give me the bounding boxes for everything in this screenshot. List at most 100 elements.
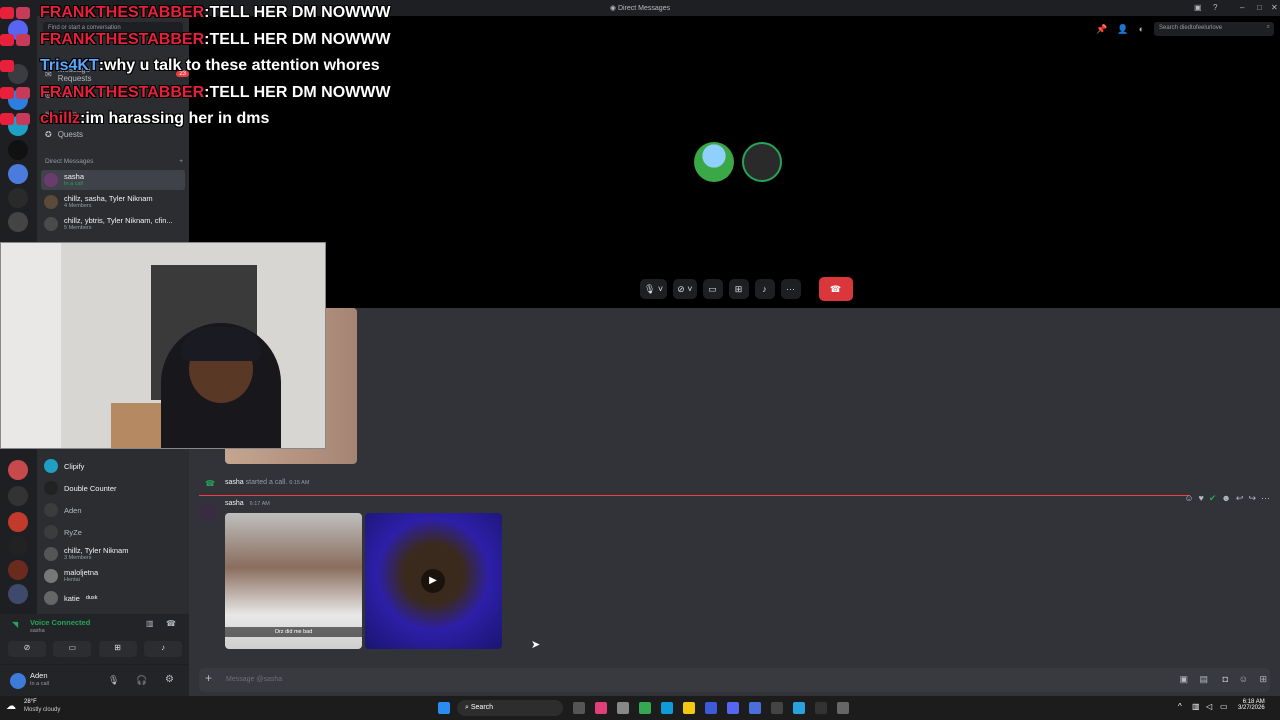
- server-icon[interactable]: [8, 90, 28, 110]
- heart-reaction-icon[interactable]: ♥: [1199, 493, 1204, 504]
- add-friends-icon[interactable]: 👤: [1117, 24, 1128, 35]
- apps-icon[interactable]: ⊞: [1259, 674, 1267, 685]
- message-video[interactable]: ▶: [365, 513, 502, 649]
- message-author[interactable]: sasha: [225, 500, 244, 507]
- dm-item-clipify[interactable]: Clipify: [41, 456, 185, 476]
- play-icon[interactable]: ▶: [421, 569, 445, 593]
- nav-nitro[interactable]: ◎ Nitro: [45, 86, 75, 102]
- camera-off-button[interactable]: ⊘: [8, 641, 46, 657]
- avatar[interactable]: [199, 503, 217, 521]
- dm-item-katie[interactable]: katie dusk: [41, 588, 185, 608]
- user-profile-icon[interactable]: ◐: [1139, 24, 1144, 34]
- close-button[interactable]: ✕: [1271, 3, 1278, 12]
- camera-toggle-button[interactable]: ⊘ ˅: [673, 279, 697, 299]
- volume-icon[interactable]: ◁: [1206, 702, 1212, 711]
- check-reaction-icon[interactable]: ✔: [1209, 493, 1217, 504]
- settings-gear-icon[interactable]: ⚙: [165, 674, 174, 685]
- edge-icon[interactable]: [661, 702, 673, 714]
- pin-icon[interactable]: 📌: [1096, 24, 1107, 35]
- signal-icon[interactable]: ◥: [12, 620, 18, 629]
- more-icon[interactable]: ⋯: [1261, 493, 1270, 504]
- maximize-button[interactable]: □: [1257, 3, 1262, 12]
- gif-icon[interactable]: ▤: [1199, 674, 1208, 685]
- activities-button[interactable]: ⊞: [98, 641, 137, 657]
- dm-item-sasha[interactable]: sasha In a call: [41, 170, 185, 190]
- battery-icon[interactable]: ▭: [1220, 702, 1228, 711]
- nav-message-requests[interactable]: ✉ Message Requests 23: [45, 65, 189, 83]
- more-options-button[interactable]: ···: [780, 279, 801, 299]
- app-icon[interactable]: [771, 702, 783, 714]
- taskbar-clock[interactable]: 6:18 AM 3/27/2026: [1238, 699, 1265, 711]
- app-icon[interactable]: [617, 702, 629, 714]
- taskbar-search[interactable]: ⌕ Search: [457, 700, 563, 716]
- soundboard-button[interactable]: ♪: [754, 279, 775, 299]
- soundboard-button[interactable]: ♪: [143, 641, 182, 657]
- chrome-icon[interactable]: [639, 702, 651, 714]
- call-participant-avatar[interactable]: [742, 142, 782, 182]
- headphones-icon[interactable]: 🎧: [136, 675, 147, 686]
- server-icon[interactable]: [8, 460, 28, 480]
- weather-icon[interactable]: ☁: [6, 701, 16, 712]
- gift-icon[interactable]: ▣: [1179, 674, 1188, 685]
- server-icon[interactable]: [8, 486, 28, 506]
- add-dm-icon[interactable]: +: [179, 158, 183, 165]
- call-participant-avatar[interactable]: [694, 142, 734, 182]
- dm-item-group[interactable]: chillz, sasha, Tyler Niknam 4 Members: [41, 192, 185, 212]
- app-icon[interactable]: [749, 702, 761, 714]
- emoji-reaction-icon[interactable]: ☺: [1184, 493, 1193, 504]
- sticker-icon[interactable]: ◘: [1223, 674, 1228, 684]
- file-explorer-icon[interactable]: [683, 702, 695, 714]
- windows-start-icon[interactable]: [438, 702, 450, 714]
- app-icon[interactable]: [837, 702, 849, 714]
- hang-up-button[interactable]: ☎: [818, 277, 853, 301]
- find-conversation-input[interactable]: Find or start a conversation: [43, 22, 183, 36]
- add-reaction-icon[interactable]: ☻: [1221, 493, 1230, 504]
- task-view-icon[interactable]: [573, 702, 585, 714]
- search-input[interactable]: Search diedtofeelurlove ⌕: [1154, 22, 1274, 36]
- microphone-icon[interactable]: 🎙: [108, 675, 119, 686]
- reply-icon[interactable]: ↩: [1236, 493, 1244, 504]
- app-icon[interactable]: [705, 702, 717, 714]
- discord-icon[interactable]: [727, 702, 739, 714]
- voice-channel-name[interactable]: sasha: [30, 628, 45, 634]
- disconnect-icon[interactable]: ☎: [166, 619, 176, 628]
- minimize-button[interactable]: –: [1240, 3, 1244, 12]
- dm-item-maloljetna[interactable]: maloljetna Hentai: [41, 566, 185, 586]
- screen-share-button[interactable]: ▭: [702, 279, 723, 299]
- server-icon[interactable]: [8, 536, 28, 556]
- obs-icon[interactable]: [815, 702, 827, 714]
- network-icon[interactable]: ▥: [1192, 702, 1200, 711]
- message-input[interactable]: Message @sasha: [226, 676, 282, 683]
- dm-item-ryze[interactable]: RyZe: [41, 522, 185, 542]
- activities-button[interactable]: ⊞: [728, 279, 749, 299]
- weather-temperature[interactable]: 28°F: [24, 699, 37, 705]
- noise-suppression-icon[interactable]: ▥: [146, 619, 154, 628]
- weather-description[interactable]: Mostly cloudy: [24, 707, 60, 713]
- inbox-icon[interactable]: ▣: [1194, 3, 1202, 12]
- server-icon[interactable]: [8, 212, 28, 232]
- mute-microphone-button[interactable]: 🎙 ˅: [640, 279, 668, 299]
- attach-plus-icon[interactable]: +: [205, 671, 212, 685]
- server-icon[interactable]: [8, 164, 28, 184]
- avatar[interactable]: [10, 673, 26, 689]
- copilot-icon[interactable]: [595, 702, 607, 714]
- nav-shop[interactable]: ▤ Shop: [45, 106, 77, 122]
- tray-chevron-icon[interactable]: ^: [1178, 702, 1182, 711]
- help-icon[interactable]: ?: [1213, 3, 1217, 12]
- forward-icon[interactable]: ↪: [1248, 493, 1256, 504]
- voice-connected-label[interactable]: Voice Connected: [30, 618, 90, 627]
- server-icon[interactable]: [8, 584, 28, 604]
- server-icon[interactable]: [8, 64, 28, 84]
- server-icon[interactable]: [8, 188, 28, 208]
- dm-item-group[interactable]: chillz, ybtris, Tyler Niknam, cfin... 5 …: [41, 214, 185, 234]
- dm-item-double-counter[interactable]: Double Counter: [41, 478, 185, 498]
- emoji-icon[interactable]: ☺: [1239, 674, 1248, 684]
- telegram-icon[interactable]: [793, 702, 805, 714]
- screen-share-button[interactable]: ▭: [53, 641, 92, 657]
- server-icon[interactable]: [8, 140, 28, 160]
- dm-item-group[interactable]: chillz, Tyler Niknam 3 Members: [41, 544, 185, 564]
- dm-item-aden[interactable]: Aden: [41, 500, 185, 520]
- server-icon[interactable]: [8, 116, 28, 136]
- server-icon[interactable]: [8, 512, 28, 532]
- message-image[interactable]: Orz did me bad: [225, 513, 362, 649]
